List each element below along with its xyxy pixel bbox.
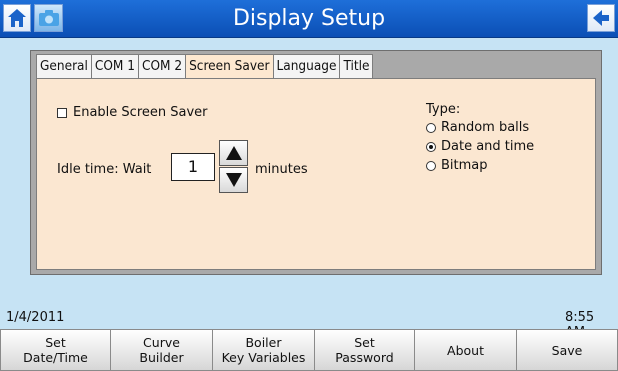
save-button[interactable]: Save [516, 329, 618, 371]
back-arrow-icon [593, 10, 609, 26]
tab-com1[interactable]: COM 1 [90, 54, 138, 79]
radio-date-and-time[interactable]: Date and time [426, 139, 534, 154]
boiler-key-variables-button[interactable]: Boiler Key Variables [212, 329, 314, 371]
radio-label: Random balls [441, 120, 530, 135]
units-label: minutes [255, 162, 308, 177]
settings-panel: General COM 1 COM 2 Screen Saver Languag… [30, 50, 602, 275]
tab-bar: General COM 1 COM 2 Screen Saver Languag… [36, 54, 374, 79]
status-date: 1/4/2011 [6, 310, 65, 325]
tab-title[interactable]: Title [339, 54, 374, 79]
set-password-button[interactable]: Set Password [314, 329, 414, 371]
radio-label: Bitmap [441, 158, 488, 173]
type-label: Type: [426, 102, 461, 117]
idle-minutes-field[interactable]: 1 [171, 153, 215, 181]
back-button[interactable] [587, 4, 615, 32]
radio-random-balls[interactable]: Random balls [426, 120, 529, 135]
curve-builder-button[interactable]: Curve Builder [110, 329, 212, 371]
radio-button-selected[interactable] [426, 141, 436, 152]
arrow-up-icon [225, 146, 242, 160]
radio-button[interactable] [426, 160, 436, 171]
tab-general[interactable]: General [36, 54, 91, 79]
radio-bitmap[interactable]: Bitmap [426, 158, 488, 173]
radio-button[interactable] [426, 122, 436, 133]
tab-language[interactable]: Language [272, 54, 340, 79]
set-date-time-button[interactable]: Set Date/Time [0, 329, 110, 371]
tab-screen-saver[interactable]: Screen Saver [185, 54, 273, 79]
idle-time-label: Idle time: Wait [57, 162, 152, 177]
checkbox-box[interactable] [57, 107, 67, 118]
tab-com2[interactable]: COM 2 [137, 54, 186, 79]
arrow-down-icon [225, 173, 242, 187]
increment-button[interactable] [219, 140, 248, 166]
enable-screen-saver-label: Enable Screen Saver [73, 105, 208, 120]
title-bar: Display Setup [0, 0, 618, 38]
radio-label: Date and time [441, 139, 535, 154]
page-title: Display Setup [232, 6, 386, 31]
decrement-button[interactable] [219, 167, 248, 193]
screen-saver-content: Enable Screen Saver Idle time: Wait 1 mi… [36, 78, 596, 270]
enable-screen-saver-checkbox[interactable]: Enable Screen Saver [57, 105, 208, 120]
about-button[interactable]: About [414, 329, 516, 371]
bottom-toolbar: Set Date/Time Curve Builder Boiler Key V… [0, 329, 618, 371]
